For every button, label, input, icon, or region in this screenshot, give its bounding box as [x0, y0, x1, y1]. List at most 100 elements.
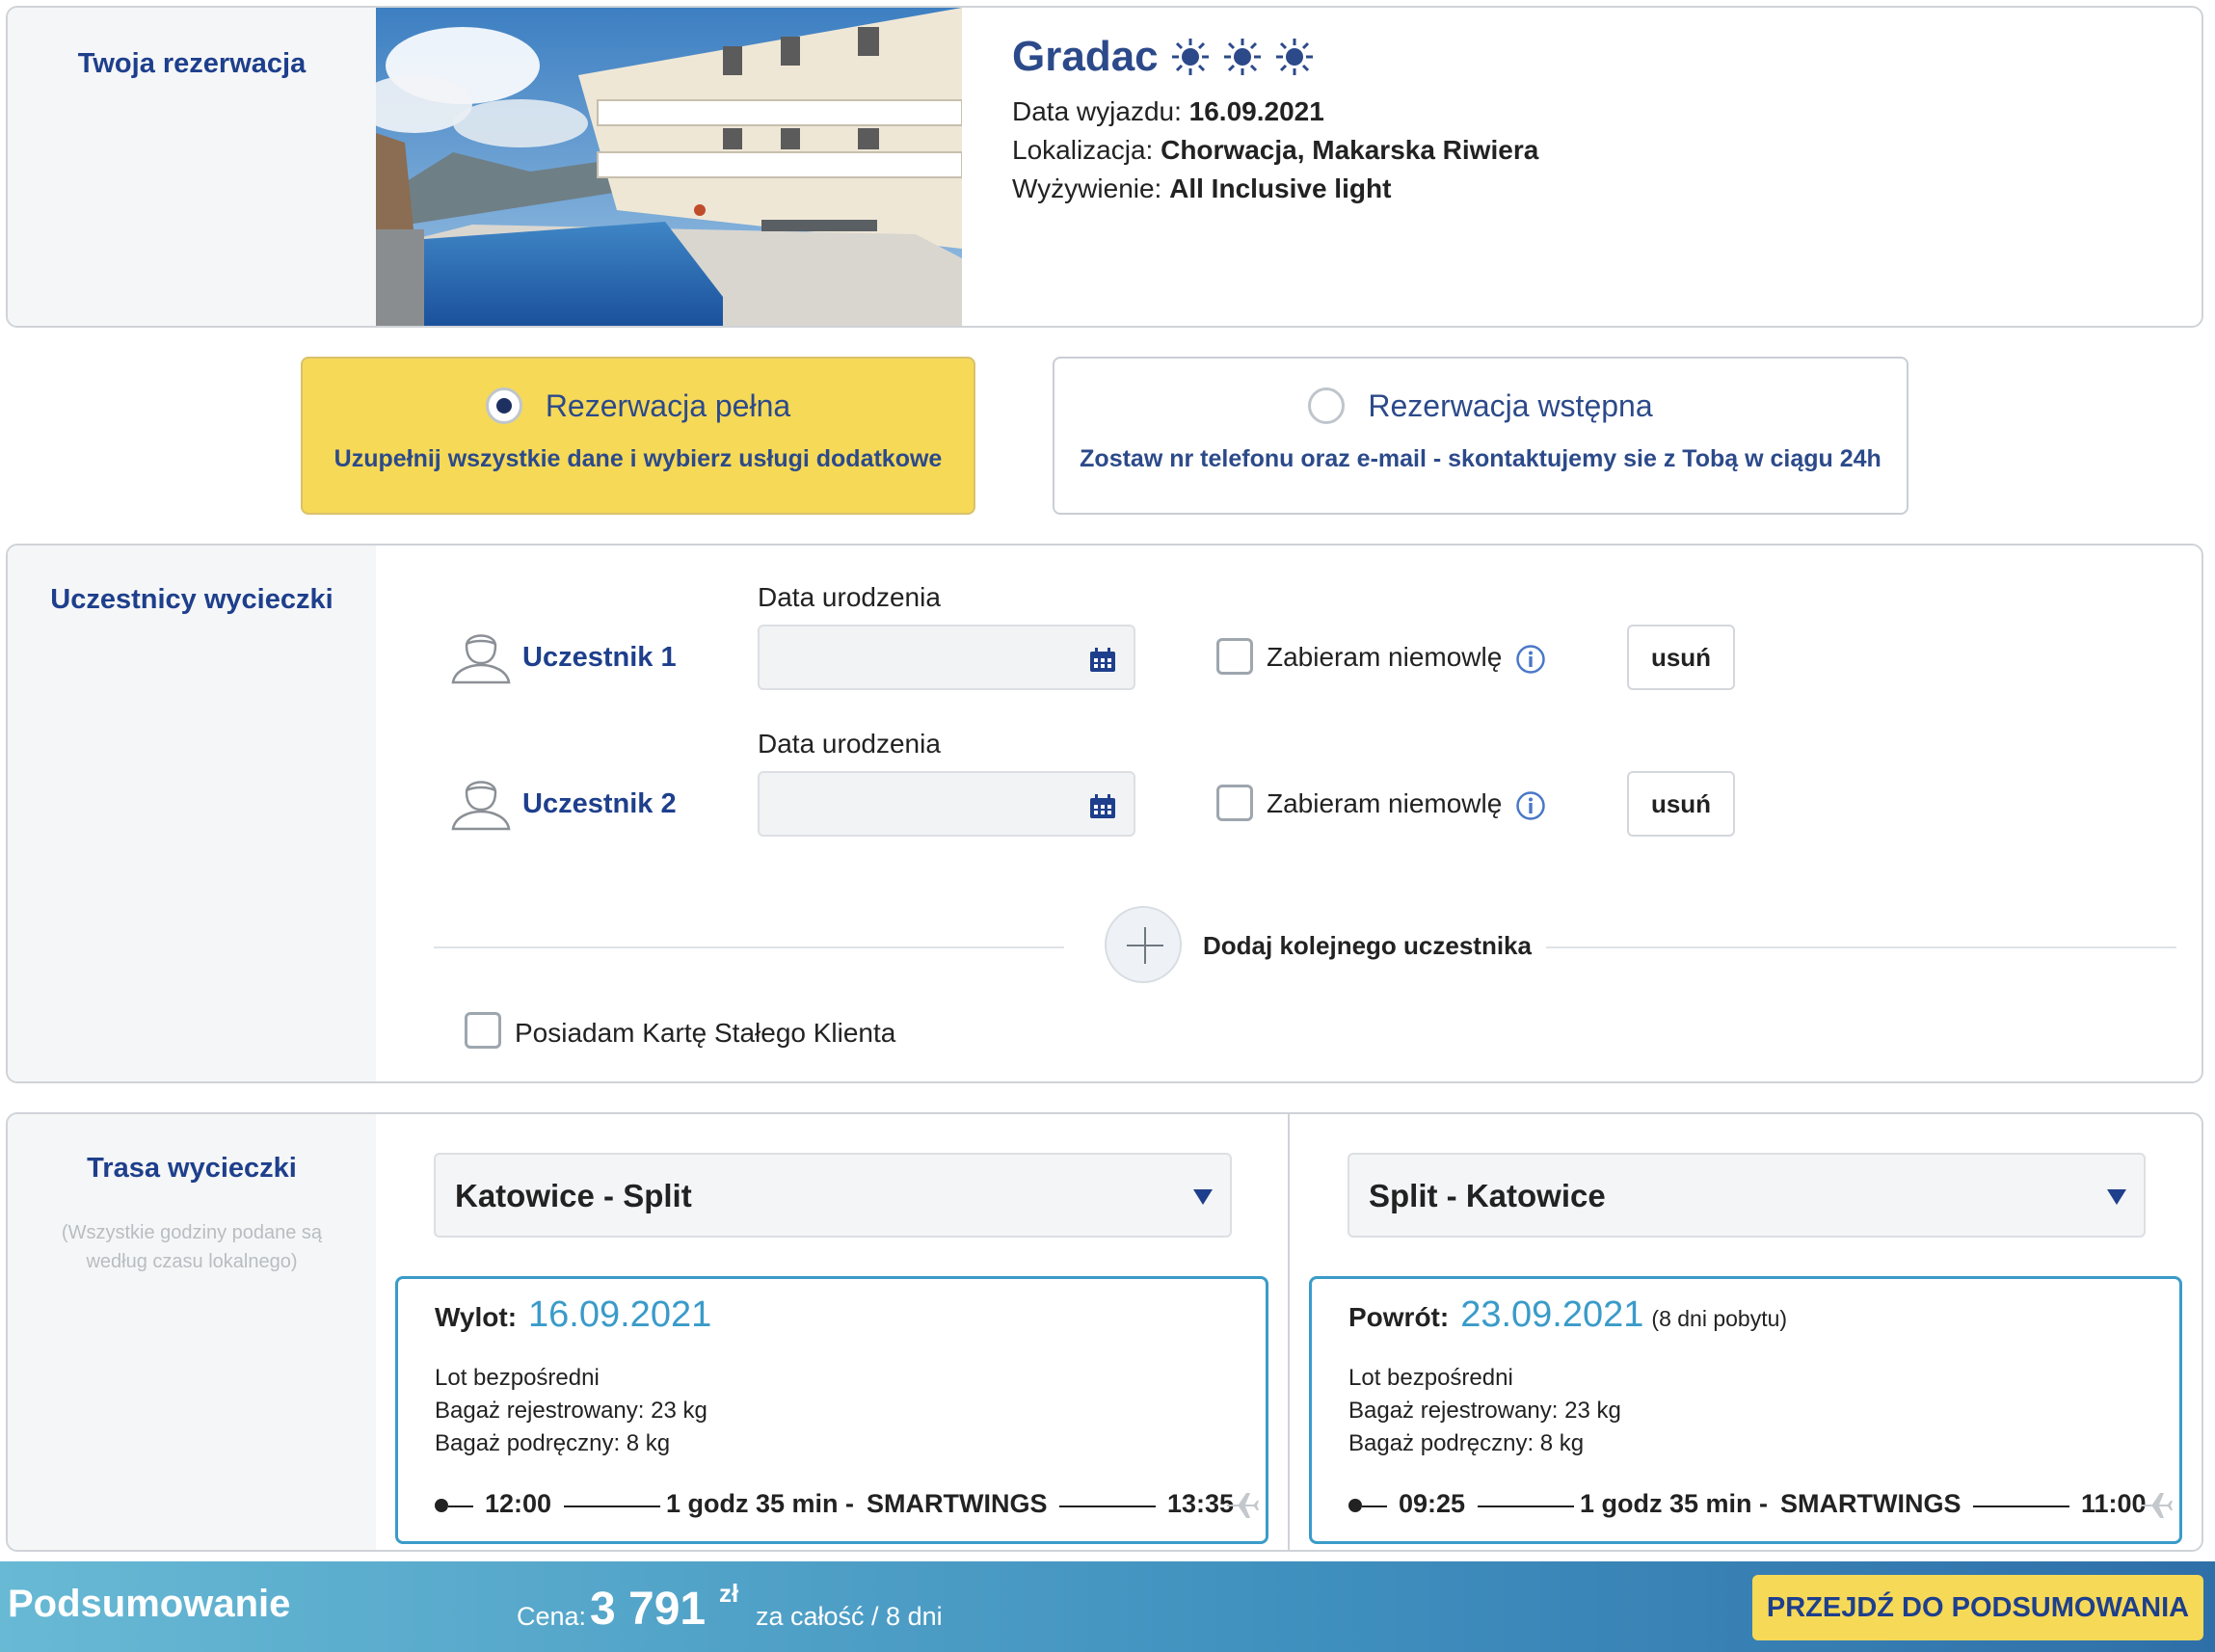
price-currency: zł [719, 1579, 739, 1608]
return-carrier: SMARTWINGS [1780, 1489, 1961, 1518]
option-full-title-row: Rezerwacja pełna [303, 387, 974, 424]
return-arrival-time: 11:00 [2081, 1489, 2147, 1518]
outbound-details: Lot bezpośredni Bagaż rejestrowany: 23 k… [435, 1362, 707, 1460]
hotel-name: Gradac [1012, 33, 1159, 80]
divider [434, 946, 1064, 948]
person-icon [451, 781, 511, 831]
location-label: Lokalizacja: [1012, 135, 1154, 165]
timeline-dot [435, 1499, 448, 1512]
timeline-line [1362, 1505, 1387, 1507]
radio-full-reservation[interactable] [485, 387, 522, 424]
flight-detail-line: Bagaż rejestrowany: 23 kg [435, 1398, 707, 1424]
hotel-name-row: Gradac [1012, 33, 1538, 81]
return-departure-time: 09:25 [1399, 1489, 1466, 1518]
option-full-subtitle: Uzupełnij wszystkie dane i wybierz usług… [334, 445, 943, 472]
dob-input[interactable] [758, 625, 1135, 690]
infant-checkbox[interactable] [1216, 785, 1253, 821]
return-route-value: Split - Katowice [1369, 1178, 1606, 1213]
summary-bar: Podsumowanie Cena: 3 791 zł za całość / … [0, 1561, 2215, 1652]
timeline-line [1973, 1505, 2069, 1507]
return-route-select[interactable]: Split - Katowice [1348, 1153, 2146, 1238]
price-note: za całość / 8 dni [756, 1602, 943, 1631]
return-date: 23.09.2021 [1460, 1294, 1644, 1335]
participants-section-title: Uczestnicy wycieczki [50, 584, 334, 615]
return-stay-length: (8 dni pobytu) [1651, 1306, 1788, 1331]
sun-rating-icon [1223, 39, 1261, 75]
remove-participant-button[interactable]: usuń [1627, 771, 1735, 837]
return-label: Powrót: [1348, 1302, 1450, 1332]
hotel-info: Gradac Data wyjazdu: 16.09.2021 Lokaliza… [1012, 33, 1538, 202]
outbound-route-select[interactable]: Katowice - Split [434, 1153, 1232, 1238]
option-full-reservation[interactable]: Rezerwacja pełna Uzupełnij wszystkie dan… [301, 357, 975, 515]
outbound-flight-card: Wylot: 16.09.2021 Lot bezpośredni Bagaż … [395, 1276, 1268, 1544]
flight-detail-line: Bagaż podręczny: 8 kg [435, 1430, 671, 1456]
outbound-timeline: 12:00 1 godz 35 min - SMARTWINGS 13:35 [435, 1483, 1264, 1522]
flight-detail-line: Lot bezpośredni [435, 1365, 600, 1391]
dob-input[interactable] [758, 771, 1135, 837]
go-to-summary-button[interactable]: PRZEJDŹ DO PODSUMOWANIA [1752, 1575, 2203, 1640]
price-label: Cena: [517, 1602, 587, 1631]
participant-name: Uczestnik 2 [522, 788, 677, 819]
return-duration: 1 godz 35 min [1580, 1489, 1752, 1518]
departure-value: 16.09.2021 [1188, 96, 1324, 126]
option-pre-title-row: Rezerwacja wstępna [1054, 387, 1907, 424]
timeline-dot [1348, 1499, 1362, 1512]
option-preliminary-reservation[interactable]: Rezerwacja wstępna Zostaw nr telefonu or… [1053, 357, 1908, 515]
outbound-separator: - [845, 1489, 854, 1518]
booking-side: Twoja rezerwacja [8, 8, 376, 326]
sun-rating-icon [1171, 39, 1209, 75]
option-pre-subtitle: Zostaw nr telefonu oraz e-mail - skontak… [1080, 445, 1881, 472]
plus-icon [1127, 927, 1163, 964]
participant-name: Uczestnik 1 [522, 642, 677, 673]
loyalty-card-checkbox[interactable] [465, 1012, 501, 1049]
booking-section-title: Twoja rezerwacja [77, 48, 307, 79]
board-line: Wyżywienie: All Inclusive light [1012, 175, 1538, 202]
flight-detail-line: Lot bezpośredni [1348, 1365, 1513, 1391]
location-value: Chorwacja, Makarska Riwiera [1161, 135, 1539, 165]
return-flight-card: Powrót: 23.09.2021 (8 dni pobytu) Lot be… [1309, 1276, 2182, 1544]
remove-participant-button[interactable]: usuń [1627, 625, 1735, 690]
info-icon[interactable] [1515, 790, 1546, 821]
outbound-arrival-time: 13:35 [1167, 1489, 1235, 1518]
route-side: Trasa wycieczki (Wszystkie godziny podan… [8, 1114, 376, 1550]
participant-row: Uczestnik 1 Data urodzenia Zabieram niem… [432, 574, 1781, 700]
departure-label: Data wyjazdu: [1012, 96, 1182, 126]
flight-detail-line: Bagaż podręczny: 8 kg [1348, 1430, 1585, 1456]
summary-title: Podsumowanie [8, 1583, 291, 1625]
return-flight-header: Powrót: 23.09.2021 (8 dni pobytu) [1348, 1294, 1787, 1336]
chevron-down-icon [2107, 1189, 2126, 1205]
route-section-title: Trasa wycieczki [87, 1153, 297, 1184]
timeline-line [1059, 1505, 1156, 1507]
participants-panel: Uczestnicy wycieczki Uczestnik 1 Data ur… [6, 544, 2203, 1083]
radio-preliminary-reservation[interactable] [1308, 387, 1346, 424]
person-icon [451, 634, 511, 684]
plane-icon [2141, 1493, 2173, 1518]
hotel-photo [376, 8, 962, 326]
calendar-icon[interactable] [1089, 648, 1116, 673]
infant-checkbox[interactable] [1216, 638, 1253, 675]
add-participant-label[interactable]: Dodaj kolejnego uczestnika [1203, 931, 1532, 961]
info-icon[interactable] [1515, 644, 1546, 675]
timeline-line [1478, 1505, 1574, 1507]
outbound-date: 16.09.2021 [528, 1294, 712, 1335]
option-pre-title: Rezerwacja wstępna [1368, 387, 1653, 423]
booking-panel: Twoja rezerwacja Gradac Data wyjazdu: 16… [6, 6, 2203, 328]
return-details: Lot bezpośredni Bagaż rejestrowany: 23 k… [1348, 1362, 1621, 1460]
add-participant-button[interactable] [1105, 906, 1182, 983]
calendar-icon[interactable] [1089, 794, 1116, 819]
participants-side: Uczestnicy wycieczki [8, 546, 376, 1081]
board-label: Wyżywienie: [1012, 173, 1162, 203]
price-value: 3 791 [590, 1584, 707, 1635]
route-panel: Trasa wycieczki (Wszystkie godziny podan… [6, 1112, 2203, 1552]
outbound-departure-time: 12:00 [485, 1489, 552, 1518]
dob-label: Data urodzenia [758, 729, 941, 759]
departure-line: Data wyjazdu: 16.09.2021 [1012, 98, 1538, 125]
board-value: All Inclusive light [1169, 173, 1392, 203]
outbound-label: Wylot: [435, 1302, 518, 1332]
participant-row: Uczestnik 2 Data urodzenia Zabieram niem… [432, 721, 1781, 846]
return-timeline: 09:25 1 godz 35 min - SMARTWINGS 11:00 [1348, 1483, 2177, 1522]
loyalty-card-label: Posiadam Kartę Stałego Klienta [515, 1018, 896, 1048]
timeline-line [564, 1505, 660, 1507]
outbound-route-value: Katowice - Split [455, 1178, 692, 1213]
outbound-duration: 1 godz 35 min [666, 1489, 839, 1518]
